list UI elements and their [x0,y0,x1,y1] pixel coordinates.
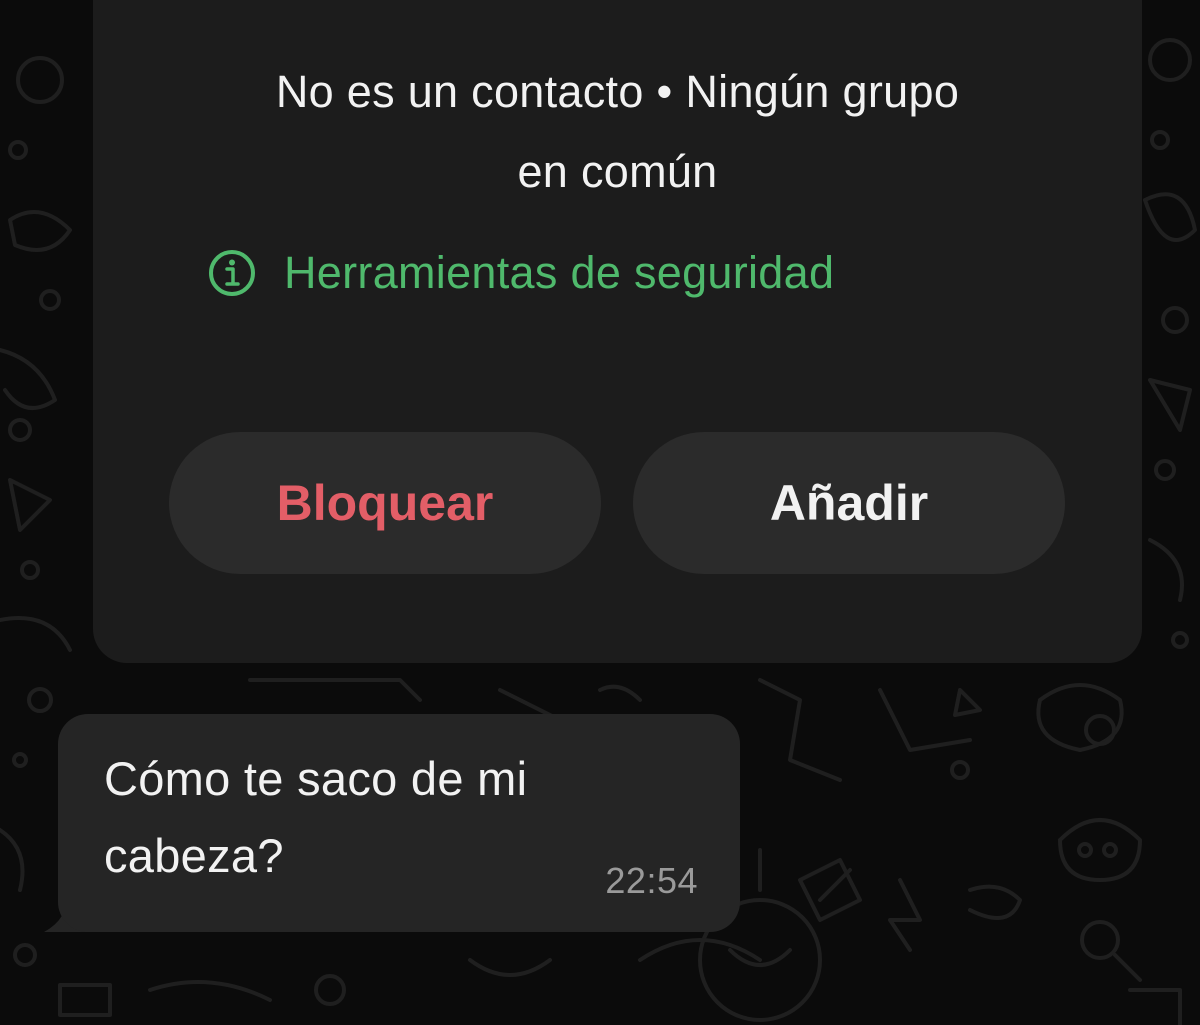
safety-tools-link[interactable]: Herramientas de seguridad [208,243,834,303]
incoming-message[interactable]: Cómo te saco de mi cabeza? 22:54 [58,714,740,932]
contact-status-line2: en común [517,146,718,197]
info-circle-icon [209,250,255,296]
contact-status-line1: No es un contacto • Ningún grupo [275,66,960,117]
contact-info-card: No es un contacto • Ningún grupo en comú… [93,0,1142,663]
safety-tools-label: Herramientas de seguridad [284,247,835,298]
contact-status-text: No es un contacto • Ningún grupo en comú… [93,52,1142,212]
add-contact-button[interactable]: Añadir [633,432,1065,574]
message-line1: Cómo te saco de mi [104,752,528,805]
message-timestamp: 22:54 [605,860,698,901]
chat-background: No es un contacto • Ningún grupo en comú… [0,0,1200,1025]
block-button[interactable]: Bloquear [169,432,601,574]
